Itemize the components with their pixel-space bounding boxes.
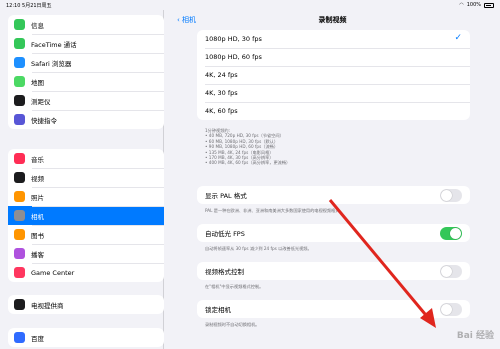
tv-provider-icon [14,299,25,310]
sidebar-item-label: 信息 [31,21,44,30]
books-icon [14,229,25,240]
lock-camera-toggle[interactable] [440,303,462,316]
format-option[interactable]: 1080p HD, 30 fps ✓ [197,30,470,48]
sidebar-item-label: 地图 [31,78,44,87]
sidebar-item-label: 音乐 [31,155,44,164]
sidebar-item-measure[interactable]: 测距仪 [8,91,164,110]
toggle-knob [441,304,452,315]
format-control-group: 视频格式控制 [197,262,470,280]
toggle-knob [441,190,452,201]
shortcuts-icon [14,114,25,125]
sidebar-item-podcasts[interactable]: 播客 [8,244,164,263]
low-light-label: 自动低光 FPS [205,230,245,238]
sidebar-item-photos[interactable]: 照片 [8,187,164,206]
page-title: 录制视频 [318,16,347,24]
sidebar-item-music[interactable]: 音乐 [8,149,164,168]
format-option-label: 1080p HD, 60 fps [205,53,262,61]
sidebar-item-label: 图书 [31,231,44,240]
sidebar-item-facetime[interactable]: FaceTime 通话 [8,34,164,53]
watermark: Bai 经验 [456,331,494,341]
sidebar-group-apps-2: 音乐视频照片相机图书播客 Game Center [8,149,164,282]
sidebar-item-label: 相机 [31,212,44,221]
sidebar-item-game-center[interactable]: Game Center [8,263,164,282]
music-icon [14,153,25,164]
sidebar-item-camera[interactable]: 相机 [8,206,164,225]
video-format-list: 1080p HD, 30 fps ✓ 1080p HD, 60 fps 4K, 24 … [197,30,470,120]
sidebar-item-baidu[interactable]: 百度 [8,328,164,347]
sidebar-item-maps[interactable]: 地图 [8,72,164,91]
status-time: 12:10 5月21日周五 [6,3,52,9]
status-right: ◠ 100% [459,2,494,8]
settings-sidebar: 设置 信息FaceTime 通话Safari 浏览器地图测距仪快捷指令 音乐视频… [0,10,164,349]
low-light-toggle[interactable] [440,227,462,240]
measure-icon [14,95,25,106]
format-option[interactable]: 4K, 30 fps [197,84,470,102]
lock-camera-note: 录制视频时不自动切换相机。 [205,322,260,327]
status-bar: 12:10 5月21日周五 ◠ 100% [0,0,500,10]
sidebar-item-shortcuts[interactable]: 快捷指令 [8,110,164,129]
format-control-note: 在"相机"中显示视频格式控制。 [205,284,264,289]
sidebar-item-books[interactable]: 图书 [8,225,164,244]
size-note-line: • 400 MB, 4K, 60 fps（高分辨率，更流畅） [205,160,291,166]
sidebar-item-label: FaceTime 通话 [31,40,77,49]
sidebar-item-label: 播客 [31,250,44,259]
camera-icon [14,210,25,221]
sidebar-item-safari[interactable]: Safari 浏览器 [8,53,164,72]
sidebar-item-label: Game Center [31,268,75,277]
podcasts-icon [14,248,25,259]
baidu-icon [14,332,25,343]
toggle-knob [450,228,461,239]
messages-icon [14,19,25,30]
low-light-cell: 自动低光 FPS [197,224,470,242]
battery-icon [484,2,494,8]
detail-pane: ‹ 相机 录制视频 1080p HD, 30 fps ✓ 1080p HD, 60 … [165,10,500,349]
maps-icon [14,76,25,87]
low-light-group: 自动低光 FPS [197,224,470,242]
size-note-line: • 90 MB, 1080p HD, 60 fps（流畅） [205,144,279,150]
sidebar-item-messages[interactable]: 信息 [8,15,164,34]
sidebar-group-tv: 电视提供商 [8,295,164,314]
pal-toggle[interactable] [440,189,462,202]
format-control-label: 视频格式控制 [205,268,244,276]
sidebar-item-tv[interactable]: 视频 [8,168,164,187]
safari-icon [14,57,25,68]
pal-cell: 显示 PAL 格式 [197,186,470,204]
sidebar-item-label: Safari 浏览器 [31,59,72,68]
sidebar-item-label: 照片 [31,193,44,202]
sidebar-item-label: 电视提供商 [31,301,64,310]
format-option-label: 4K, 30 fps [205,89,238,97]
checkmark-icon: ✓ [454,33,462,43]
sidebar-item-label: 视频 [31,174,44,183]
lock-camera-label: 锁定相机 [205,306,231,314]
nav-bar: ‹ 相机 录制视频 [165,10,500,30]
tv-icon [14,172,25,183]
format-option[interactable]: 4K, 60 fps [197,102,470,120]
sidebar-item-tv-provider[interactable]: 电视提供商 [8,295,164,314]
size-note: 1分钟视频约: • 40 MB, 720p HD, 30 fps（节省空间） • 6… [205,128,290,166]
format-option-label: 1080p HD, 30 fps [205,35,262,43]
sidebar-group-third-party: 百度 [8,328,164,347]
format-option-label: 4K, 60 fps [205,107,238,115]
format-option[interactable]: 4K, 24 fps [197,66,470,84]
sidebar-group-apps-1: 信息 FaceTime 通话 Safari 浏览器 地图测距仪快捷指令 [8,15,164,129]
format-control-cell: 视频格式控制 [197,262,470,280]
format-option[interactable]: 1080p HD, 60 fps [197,48,470,66]
sidebar-item-label: 测距仪 [31,97,51,106]
low-light-note: 自动将帧速率从 30 fps 减少到 24 fps 以改善低光视频。 [205,246,312,251]
pal-note: PAL 是一种在欧洲、非洲、亚洲和南美洲大多数国家使用的电视视频格式。 [205,208,344,213]
game-center-icon [14,267,25,278]
lock-camera-cell: 锁定相机 [197,300,470,318]
pal-label: 显示 PAL 格式 [205,192,247,200]
battery-percent: 100% [466,2,481,8]
format-option-label: 4K, 24 fps [205,71,238,79]
wifi-icon: ◠ [459,2,464,8]
toggle-knob [441,266,452,277]
format-control-toggle[interactable] [440,265,462,278]
pal-group: 显示 PAL 格式 [197,186,470,204]
lock-camera-group: 锁定相机 [197,300,470,318]
sidebar-item-label: 快捷指令 [31,116,57,125]
sidebar-item-label: 百度 [31,334,44,343]
photos-icon [14,191,25,202]
facetime-icon [14,38,25,49]
